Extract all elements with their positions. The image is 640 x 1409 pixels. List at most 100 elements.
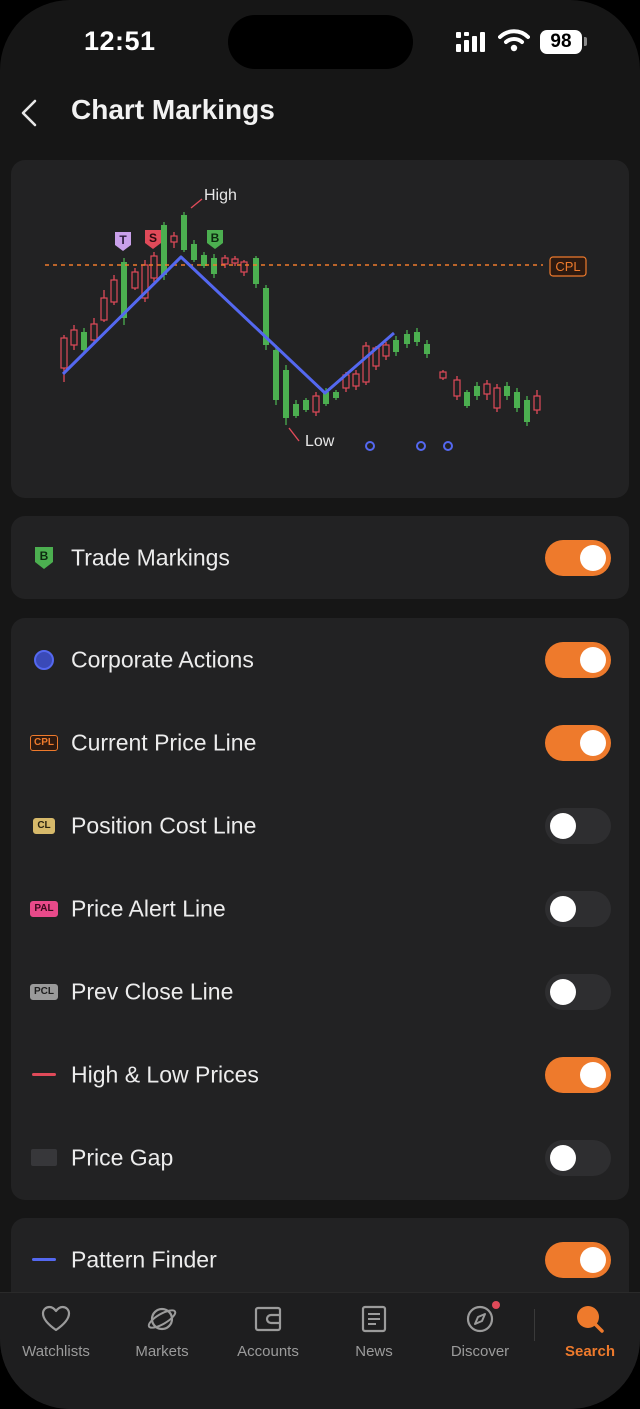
low-marker-line: [288, 427, 300, 442]
pattern-finder-toggle[interactable]: [545, 1241, 611, 1278]
toggle-knob: [550, 812, 576, 839]
setting-row-current-price-line[interactable]: CPL Current Price Line: [11, 701, 629, 784]
wifi-icon: [498, 29, 530, 52]
candle-body: [424, 344, 430, 354]
position-cost-line-toggle[interactable]: [545, 807, 611, 844]
candle-body: [404, 334, 410, 344]
row-label: Current Price Line: [71, 729, 257, 755]
trade-tag-t: T: [115, 232, 131, 251]
corporate-actions-toggle[interactable]: [545, 641, 611, 678]
candle-body: [362, 345, 370, 383]
candle-body: [333, 392, 339, 398]
setting-row-high-low-prices[interactable]: High & Low Prices: [11, 1033, 629, 1116]
setting-row-price-gap[interactable]: Price Gap: [11, 1116, 629, 1199]
row-label: Corporate Actions: [71, 646, 254, 672]
tab-watchlists[interactable]: Watchlists: [6, 1299, 106, 1369]
high-label: High: [204, 187, 237, 204]
candle-body: [293, 404, 299, 416]
row-label: Pattern Finder: [71, 1246, 217, 1272]
compass-icon: [466, 1305, 494, 1333]
tab-search[interactable]: Search: [540, 1299, 640, 1369]
candle-body: [283, 370, 289, 418]
candle-body: [231, 258, 239, 264]
candle-body: [464, 392, 470, 406]
wallet-icon: [254, 1306, 282, 1332]
setting-row-position-cost-line[interactable]: CL Position Cost Line: [11, 784, 629, 867]
candle-body: [170, 235, 178, 243]
current-price-line-toggle[interactable]: [545, 724, 611, 761]
candle-body: [439, 371, 447, 379]
candle-body: [483, 383, 491, 395]
candle-body: [221, 257, 229, 265]
high-low-prices-toggle[interactable]: [545, 1056, 611, 1093]
tab-accounts[interactable]: Accounts: [218, 1299, 318, 1369]
setting-row-price-alert-line[interactable]: PAL Price Alert Line: [11, 867, 629, 950]
back-button[interactable]: [6, 90, 52, 136]
row-label: Trade Markings: [71, 544, 230, 570]
candle-body: [474, 386, 480, 396]
chart-preview-card: CPL High Low T S B: [11, 160, 629, 498]
tab-label: Watchlists: [22, 1343, 90, 1360]
heart-icon: [41, 1305, 71, 1332]
candle-body: [352, 373, 360, 387]
svg-text:B: B: [211, 231, 220, 245]
low-label: Low: [305, 433, 335, 450]
row-label: Prev Close Line: [71, 978, 234, 1004]
page-header: Chart Markings: [0, 84, 640, 144]
page-title: Chart Markings: [71, 94, 275, 125]
gray-block-icon: [30, 1144, 58, 1172]
red-line-icon: [30, 1061, 58, 1089]
candle-body: [211, 258, 217, 274]
toggle-knob: [580, 1246, 606, 1273]
candle-body: [161, 225, 167, 275]
price-lines-card: Corporate Actions CPL Current Price Line…: [11, 618, 629, 1200]
tab-label: News: [355, 1343, 393, 1360]
candle-body: [81, 332, 87, 350]
price-gap-toggle[interactable]: [545, 1139, 611, 1176]
tab-label: Discover: [450, 1343, 510, 1360]
setting-row-prev-close-line[interactable]: PCL Prev Close Line: [11, 950, 629, 1033]
cpl-tag-text: CPL: [555, 259, 580, 274]
tab-label: Accounts: [237, 1343, 299, 1360]
toggle-knob: [580, 646, 606, 673]
battery-tip: [584, 37, 587, 46]
high-marker-line: [190, 198, 203, 209]
price-alert-line-toggle[interactable]: [545, 890, 611, 927]
candle-body: [90, 323, 98, 341]
setting-row-corporate-actions[interactable]: Corporate Actions: [11, 618, 629, 701]
trade-markings-toggle[interactable]: [545, 539, 611, 576]
setting-row-pattern-finder[interactable]: Pattern Finder: [11, 1218, 629, 1301]
candle-body: [533, 395, 541, 411]
pattern-line: [61, 255, 395, 395]
toggle-knob: [550, 895, 576, 922]
svg-text:T: T: [119, 233, 127, 247]
candle-body: [493, 387, 501, 409]
tab-markets[interactable]: Markets: [112, 1299, 212, 1369]
row-label: High & Low Prices: [71, 1061, 259, 1087]
tab-news[interactable]: News: [324, 1299, 424, 1369]
bottom-tab-bar: Watchlists Markets Accounts News Discove…: [0, 1292, 640, 1409]
toggle-knob: [580, 1061, 606, 1088]
tab-discover[interactable]: Discover: [430, 1299, 530, 1369]
notification-dot: [492, 1301, 500, 1309]
pal-tag-icon: PAL: [30, 895, 58, 923]
app-screen: 12:51 98 Chart Markings CPL High Low T S…: [0, 0, 640, 1409]
tab-label: Search: [564, 1343, 616, 1360]
candle-body: [514, 392, 520, 408]
setting-row-trade-markings[interactable]: B Trade Markings: [11, 516, 629, 599]
candle-body: [273, 350, 279, 400]
candle-body: [303, 400, 309, 410]
tab-divider: [534, 1309, 535, 1341]
trade-tag-s: S: [145, 230, 161, 249]
search-icon: [577, 1306, 604, 1333]
candle-body: [414, 332, 420, 342]
row-label: Position Cost Line: [71, 812, 257, 838]
trade-tag-b: B: [207, 230, 223, 249]
dynamic-island: [228, 15, 413, 69]
toggle-knob: [550, 978, 576, 1005]
candle-body: [253, 258, 259, 284]
toggle-knob: [580, 729, 606, 756]
news-icon: [361, 1305, 387, 1333]
candle-body: [131, 271, 139, 289]
prev-close-line-toggle[interactable]: [545, 973, 611, 1010]
